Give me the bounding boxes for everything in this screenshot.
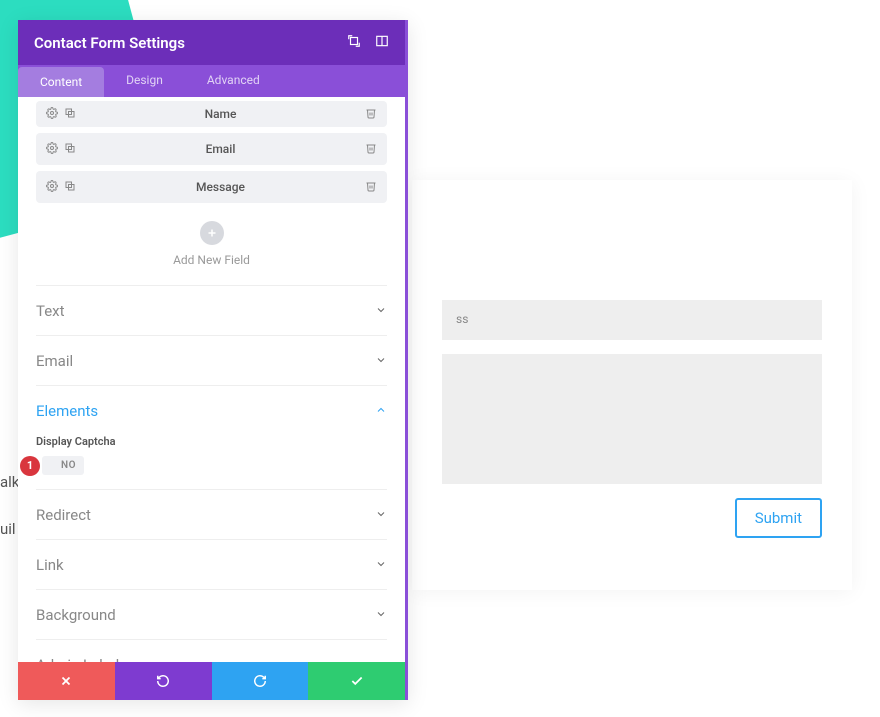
preview-message-field[interactable] [442,354,822,484]
expand-icon[interactable] [347,33,361,52]
field-row-message[interactable]: Message [36,171,387,203]
tab-content[interactable]: Content [18,67,104,97]
section-background[interactable]: Background [36,589,387,639]
section-text[interactable]: Text [36,285,387,335]
field-label: Email [76,142,365,156]
tab-advanced[interactable]: Advanced [185,65,282,97]
background-text: uil [0,520,16,538]
elements-section-content: Display Captcha 1 NO [36,435,387,489]
cancel-button[interactable] [18,662,115,700]
submit-button[interactable]: Submit [735,498,822,538]
trash-icon[interactable] [365,143,377,157]
redo-button[interactable] [212,662,309,700]
preview-spacer [442,210,822,300]
section-admin-label[interactable]: Admin Label [36,639,387,662]
gear-icon[interactable] [46,142,58,157]
section-link[interactable]: Link [36,539,387,589]
modal-title: Contact Form Settings [34,34,185,52]
section-title: Background [36,606,116,624]
section-redirect[interactable]: Redirect [36,489,387,539]
duplicate-icon[interactable] [64,107,76,122]
snap-icon[interactable] [375,33,389,52]
chevron-down-icon [375,505,387,524]
undo-button[interactable] [115,662,212,700]
background-text: alk [0,473,19,491]
add-field-area: Add New Field [36,209,387,285]
save-button[interactable] [308,662,405,700]
chevron-down-icon [375,655,387,662]
field-row-email[interactable]: Email [36,133,387,165]
field-label: Name [76,107,365,121]
chevron-down-icon [375,605,387,624]
modal-header[interactable]: Contact Form Settings [18,20,405,65]
section-email[interactable]: Email [36,335,387,385]
settings-modal: Contact Form Settings Content Design Adv… [18,20,408,700]
chevron-up-icon [375,401,387,420]
trash-icon[interactable] [365,108,377,122]
chevron-down-icon [375,555,387,574]
display-captcha-label: Display Captcha [36,435,387,448]
gear-icon[interactable] [46,107,58,122]
preview-email-field[interactable]: ss [442,300,822,340]
gear-icon[interactable] [46,180,58,195]
add-field-button[interactable] [200,221,224,245]
modal-body: Name Email Message [18,97,405,662]
modal-tabs: Content Design Advanced [18,65,405,97]
section-elements[interactable]: Elements [36,385,387,435]
field-row-name[interactable]: Name [36,101,387,127]
duplicate-icon[interactable] [64,142,76,157]
trash-icon[interactable] [365,181,377,195]
section-title: Link [36,556,64,574]
field-label: Message [76,180,365,194]
duplicate-icon[interactable] [64,180,76,195]
section-title: Email [36,352,73,370]
form-preview-panel: ss Submit [412,180,852,590]
tab-design[interactable]: Design [104,65,185,97]
modal-footer [18,662,405,700]
captcha-toggle[interactable]: NO [42,456,84,475]
section-title: Redirect [36,506,91,524]
section-title: Text [36,302,65,320]
chevron-down-icon [375,301,387,320]
chevron-down-icon [375,351,387,370]
section-title: Elements [36,402,98,420]
annotation-badge: 1 [20,456,40,476]
add-field-label: Add New Field [36,253,387,267]
